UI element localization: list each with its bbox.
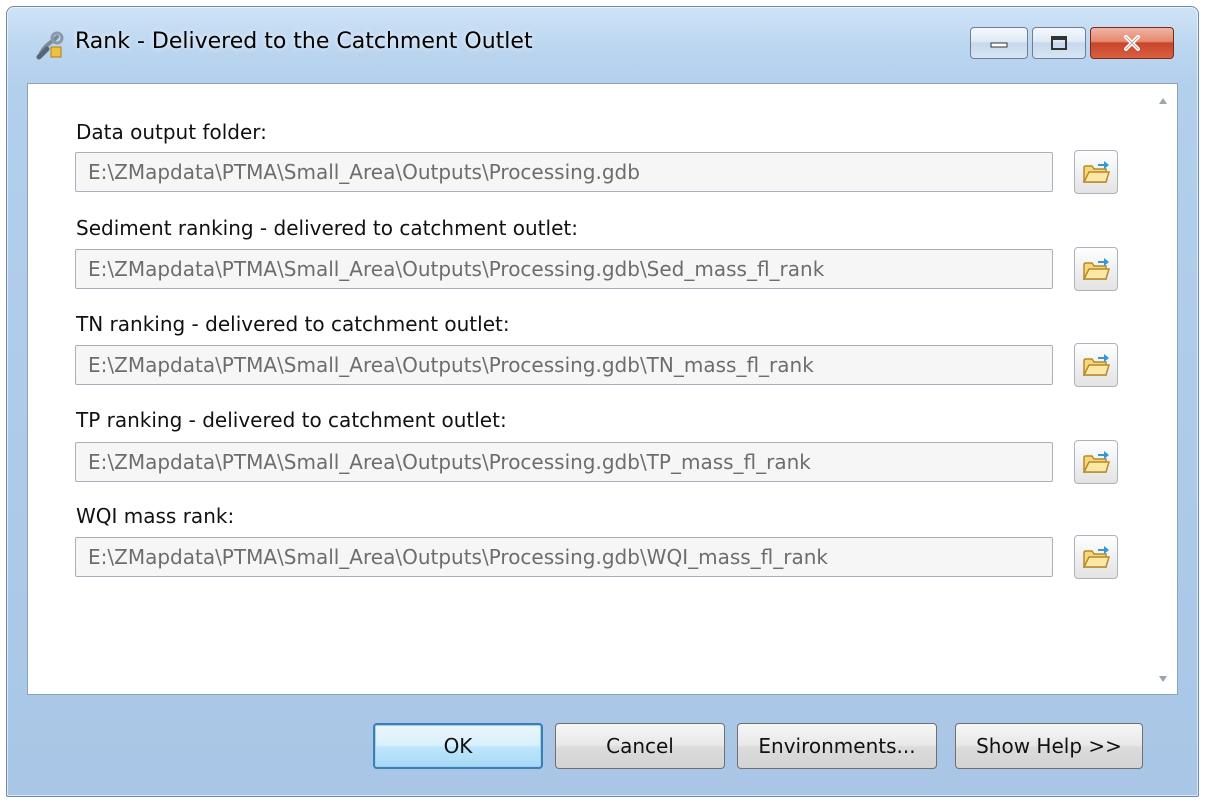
- param-label-wqi-mass-rank: WQI mass rank:: [76, 504, 235, 528]
- param-label-tp-ranking: TP ranking - delivered to catchment outl…: [76, 408, 507, 432]
- sediment-ranking-field[interactable]: E:\ZMapdata\PTMA\Small_Area\Outputs\Proc…: [75, 249, 1053, 289]
- tp-ranking-field[interactable]: E:\ZMapdata\PTMA\Small_Area\Outputs\Proc…: [75, 442, 1053, 482]
- open-folder-icon: [1082, 161, 1110, 183]
- wqi-mass-rank-field[interactable]: E:\ZMapdata\PTMA\Small_Area\Outputs\Proc…: [75, 537, 1053, 577]
- cancel-button[interactable]: Cancel: [555, 723, 725, 769]
- tn-ranking-field[interactable]: E:\ZMapdata\PTMA\Small_Area\Outputs\Proc…: [75, 345, 1053, 385]
- data-output-folder-field[interactable]: E:\ZMapdata\PTMA\Small_Area\Outputs\Proc…: [75, 152, 1053, 192]
- browse-button-tp-ranking[interactable]: [1074, 440, 1118, 484]
- title-bar[interactable]: Rank - Delivered to the Catchment Outlet: [7, 7, 1198, 83]
- close-icon: [1124, 35, 1140, 51]
- param-label-data-output-folder: Data output folder:: [76, 120, 267, 144]
- open-folder-icon: [1082, 354, 1110, 376]
- browse-button-tn-ranking[interactable]: [1074, 343, 1118, 387]
- open-folder-icon: [1082, 451, 1110, 473]
- minimize-icon: [990, 42, 1008, 48]
- minimize-button[interactable]: [970, 27, 1028, 59]
- param-label-tn-ranking: TN ranking - delivered to catchment outl…: [76, 312, 510, 336]
- browse-button-wqi-mass-rank[interactable]: [1074, 535, 1118, 579]
- param-label-sediment-ranking: Sediment ranking - delivered to catchmen…: [76, 216, 578, 240]
- scroll-up-arrow-icon[interactable]: [1159, 98, 1167, 104]
- show-help-button[interactable]: Show Help >>: [955, 723, 1143, 769]
- parameters-panel: Data output folder: E:\ZMapdata\PTMA\Sma…: [27, 83, 1178, 695]
- maximize-button[interactable]: [1032, 27, 1086, 59]
- close-button[interactable]: [1090, 27, 1174, 59]
- maximize-icon: [1051, 36, 1067, 50]
- window-title: Rank - Delivered to the Catchment Outlet: [75, 29, 533, 54]
- browse-button-sediment-ranking[interactable]: [1074, 247, 1118, 291]
- open-folder-icon: [1082, 258, 1110, 280]
- vertical-scrollbar[interactable]: [1153, 84, 1177, 694]
- ok-button[interactable]: OK: [373, 723, 543, 769]
- scroll-down-arrow-icon[interactable]: [1159, 676, 1167, 682]
- geoprocessing-tool-icon: [35, 31, 65, 61]
- open-folder-icon: [1082, 546, 1110, 568]
- environments-button[interactable]: Environments...: [737, 723, 937, 769]
- browse-button-data-output-folder[interactable]: [1074, 150, 1118, 194]
- tool-dialog-window: Rank - Delivered to the Catchment Outlet…: [6, 6, 1199, 797]
